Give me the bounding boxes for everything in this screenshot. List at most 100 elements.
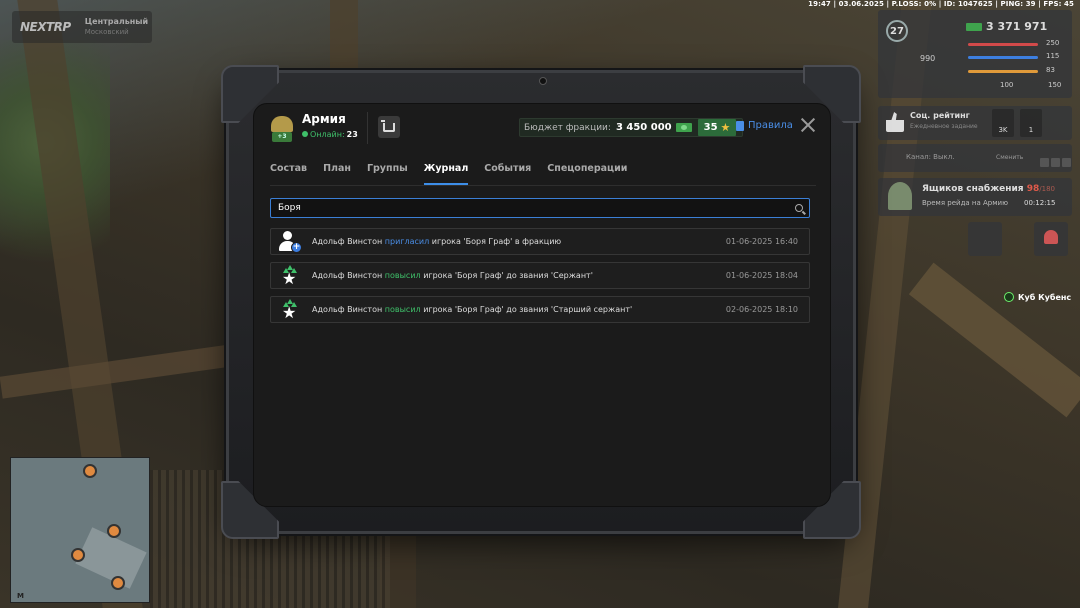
tablet-camera	[539, 77, 547, 85]
entry-text: Адольф Винстон повысил игрока 'Боря Граф…	[312, 271, 593, 280]
tab-journal[interactable]: Журнал	[423, 154, 469, 185]
radio-channel-panel: Канал: Выкл. Сменить	[878, 144, 1072, 172]
location-title: Центральный	[84, 17, 149, 26]
parachute-crate-icon	[888, 182, 912, 210]
entry-actor: Адольф Винстон	[312, 237, 383, 246]
entry-details: игрока 'Боря Граф' в фракцию	[431, 237, 562, 246]
cash-icon	[966, 23, 982, 31]
supply-title: Ящиков снабжения 98/180	[922, 184, 1055, 194]
armor-bar	[968, 56, 1038, 59]
money-value: 3 371 971	[986, 20, 1048, 33]
channel-status: Канал: Выкл.	[906, 153, 955, 161]
social-rating-panel[interactable]: Соц. рейтинг Ежедневное задание 3K 1	[878, 106, 1072, 140]
promote-star-icon: ★	[279, 265, 301, 287]
close-icon[interactable]	[800, 117, 816, 133]
faction-header: +3 Армия Онлайн: 23 Бюджет фракции: 3 450…	[254, 104, 830, 152]
wooden-beam	[0, 343, 241, 399]
nearby-player-name: Куб Кубенс	[1018, 292, 1072, 302]
health-value: 250	[1046, 39, 1060, 47]
stars-value: 35	[703, 122, 718, 133]
document-icon	[736, 120, 744, 131]
thumbs-up-icon	[886, 112, 904, 132]
rating-subtitle: Ежедневное задание	[910, 123, 978, 130]
rating-reward-cash: 3K	[992, 109, 1014, 137]
rating-1: 1	[1028, 126, 1034, 134]
map-marker	[111, 576, 125, 590]
supply-count: 98	[1026, 184, 1040, 194]
entry-action: повысил	[384, 271, 421, 280]
rating-title: Соц. рейтинг	[910, 111, 970, 120]
location-subtitle: Московский	[84, 28, 129, 36]
army-helmet-icon: +3	[269, 112, 295, 144]
supply-max: /180	[1039, 185, 1055, 193]
journal-list: + Адольф Винстон пригласил игрока 'Боря …	[270, 228, 810, 330]
cash-icon	[675, 123, 692, 132]
player-stats-panel: 27 3 371 971 250 115 83 100 150 990	[878, 10, 1072, 98]
minimap[interactable]: M	[10, 457, 150, 603]
minimap-letter: M	[17, 592, 24, 600]
armor-value: 115	[1046, 52, 1060, 60]
entry-text: Адольф Винстон пригласил игрока 'Боря Гр…	[312, 237, 561, 246]
map-marker	[71, 548, 85, 562]
stat-990: 990	[920, 54, 936, 63]
tab-staff[interactable]: Состав	[270, 154, 307, 185]
cart-icon	[381, 119, 395, 132]
tab-plan[interactable]: План	[323, 154, 351, 185]
player-level: 27	[886, 20, 908, 42]
faction-stars: 35 ★	[697, 119, 737, 136]
search-input[interactable]: Боря	[270, 198, 810, 218]
shop-button[interactable]	[378, 116, 400, 138]
server-logo-box: NEXTRP Центральный Московский	[12, 11, 152, 43]
tablet-screen: +3 Армия Онлайн: 23 Бюджет фракции: 3 450…	[253, 103, 831, 507]
journal-entry[interactable]: + Адольф Винстон пригласил игрока 'Боря …	[270, 228, 810, 255]
channel-keys	[1038, 152, 1071, 171]
entry-details: игрока 'Боря Граф' до звания 'Сержант'	[423, 271, 593, 280]
calendar-icon[interactable]	[968, 222, 1002, 256]
map-marker	[107, 524, 121, 538]
entry-actor: Адольф Винстон	[312, 271, 383, 280]
faction-name: Армия	[302, 112, 346, 126]
stat-150: 150	[1048, 81, 1062, 89]
header-divider	[367, 112, 368, 144]
rating-3k: 3K	[998, 126, 1008, 134]
online-label: Онлайн:	[310, 130, 345, 139]
entry-time: 01-06-2025 16:40	[725, 237, 798, 246]
supply-timer: 00:12:15	[1024, 199, 1056, 207]
star-icon: ★	[720, 121, 731, 134]
rank-badge: +3	[272, 132, 292, 142]
entry-action: повысил	[384, 305, 421, 314]
rules-label: Правила	[748, 120, 793, 131]
budget-value: 3 450 000	[615, 122, 672, 133]
entry-details: игрока 'Боря Граф' до звания 'Старший се…	[423, 305, 633, 314]
faction-budget: Бюджет фракции: 3 450 000 35 ★	[519, 118, 744, 137]
server-logo: NEXTRP	[20, 20, 71, 34]
journal-entry[interactable]: ★ Адольф Винстон повысил игрока 'Боря Гр…	[270, 262, 810, 289]
tab-events[interactable]: События	[484, 154, 531, 185]
wooden-beam	[908, 262, 1080, 418]
entry-text: Адольф Винстон повысил игрока 'Боря Граф…	[312, 305, 632, 314]
hud-status-line: 19:47 | 03.06.2025 | P.LOSS: 0% | ID: 10…	[808, 0, 1074, 8]
health-bar	[968, 43, 1038, 46]
entry-actor: Адольф Винстон	[312, 305, 383, 314]
notifications-button[interactable]	[1034, 222, 1068, 256]
nearby-player-tag: Куб Кубенс	[1004, 292, 1071, 302]
voice-icon	[1004, 292, 1014, 302]
entry-time: 02-06-2025 18:10	[725, 305, 798, 314]
user-add-icon: +	[279, 231, 302, 253]
search-query: Боря	[278, 203, 301, 213]
tab-groups[interactable]: Группы	[367, 154, 408, 185]
journal-entry[interactable]: ★ Адольф Винстон повысил игрока 'Боря Гр…	[270, 296, 810, 323]
rules-link[interactable]: Правила	[736, 120, 793, 131]
stat-100: 100	[1000, 81, 1014, 89]
supply-subtitle: Время рейда на Армию	[922, 199, 1008, 207]
search-icon[interactable]	[795, 204, 803, 212]
online-dot-icon	[302, 131, 308, 137]
faction-tabs: Состав План Группы Журнал События Спецоп…	[270, 154, 816, 186]
wooden-beam	[330, 0, 358, 80]
player-money: 3 371 971	[966, 20, 1047, 33]
entry-action: пригласил	[384, 237, 430, 246]
tab-special-operations[interactable]: Спецоперации	[547, 154, 627, 185]
map-marker	[83, 464, 97, 478]
faction-tablet: +3 Армия Онлайн: 23 Бюджет фракции: 3 450…	[221, 65, 861, 539]
food-bar	[968, 70, 1038, 73]
